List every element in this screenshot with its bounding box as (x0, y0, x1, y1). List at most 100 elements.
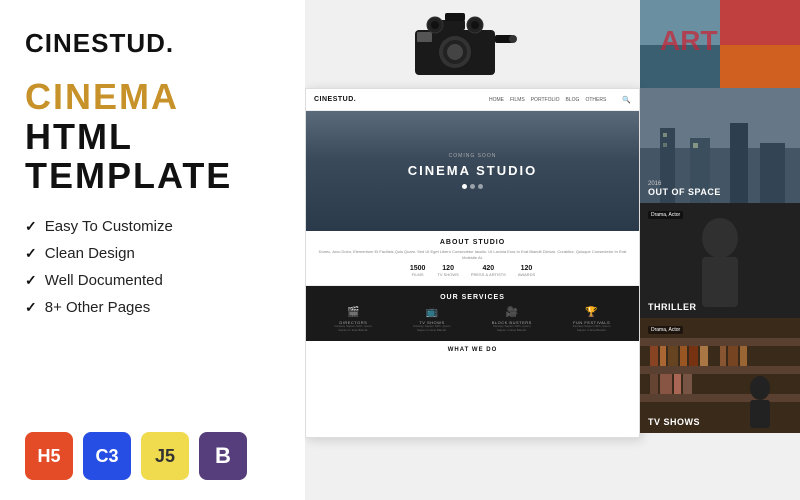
feature-item: ✓ 8+ Other Pages (25, 299, 280, 316)
feature-text: Clean Design (45, 245, 135, 262)
mockup-whatwedo-title: WHAT WE DO (314, 347, 631, 353)
mockup-whatwedo: WHAT WE DO (306, 341, 639, 359)
rc-img-label-1: 2016 OUT OF SPACE (648, 181, 721, 197)
stat-num: 420 (471, 265, 506, 272)
rc-img-out-of-space: 2016 OUT OF SPACE (640, 88, 800, 203)
mockup-hero-title: CINEMA STUDIO (408, 163, 538, 178)
stat-num: 120 (437, 265, 458, 272)
hero-dot (462, 184, 467, 189)
feature-item: ✓ Well Documented (25, 272, 280, 289)
features-list: ✓ Easy To Customize ✓ Clean Design ✓ Wel… (25, 218, 280, 316)
nav-link: HOME (489, 97, 504, 103)
mockup-services-title: OUR SERVICES (314, 294, 631, 301)
website-mockup: CINESTUD. HOME FILMS PORTFOLIO BLOG OTHE… (305, 88, 640, 438)
check-icon: ✓ (25, 299, 37, 316)
stat-item: 120 TV SHOWS (437, 265, 458, 277)
feature-item: ✓ Clean Design (25, 245, 280, 262)
stat-num: 120 (518, 265, 535, 272)
mockup-nav-links: HOME FILMS PORTFOLIO BLOG OTHERS (489, 97, 606, 103)
mockup-nav: CINESTUD. HOME FILMS PORTFOLIO BLOG OTHE… (306, 89, 639, 111)
feature-text: Easy To Customize (45, 218, 173, 235)
bootstrap-label: B (215, 443, 231, 469)
mockup-hero-badge: COMING SOON (449, 153, 497, 159)
service-desc: Fantasy Sapien Nibh, IpsumSapien In Erat… (573, 325, 611, 333)
feature-text: 8+ Other Pages (45, 299, 150, 316)
mockup-search-icon: 🔍 (622, 96, 631, 104)
feature-text: Well Documented (45, 272, 163, 289)
service-item: 🎬 DIRECTORS Fantasy Sapien Nibh, IpsumSa… (334, 307, 372, 333)
brand-name: CINESTUD (25, 28, 166, 58)
brand-dot: . (166, 28, 174, 58)
css3-badge: C3 (83, 432, 131, 480)
rc-img-tag-thriller: Drama, Actor (648, 211, 683, 219)
mockup-about-title: ABOUT STUDIO (314, 239, 631, 246)
check-icon: ✓ (25, 245, 37, 262)
right-panel: ART CINESTUD. HOME FILMS PORTFOLIO BLOG (305, 0, 800, 500)
mockup-logo: CINESTUD. (314, 96, 356, 103)
service-item: 🎥 BLOCK BUSTERS Fantasy Sapien Nibh, Ips… (492, 307, 532, 333)
rc-img-title: OUT OF SPACE (648, 187, 721, 197)
stat-label: TV SHOWS (437, 272, 458, 277)
brand-title: CINESTUD. (25, 28, 280, 59)
js-label: J5 (155, 446, 175, 467)
rc-img-title: THRILLER (648, 302, 697, 312)
service-desc: Fantasy Sapien Nibh, IpsumSapien In Erat… (334, 325, 372, 333)
svg-text:ART: ART (660, 25, 718, 56)
bootstrap-badge: B (199, 432, 247, 480)
camera-icon (385, 5, 525, 85)
nav-link: BLOG (566, 97, 580, 103)
html5-badge: H5 (25, 432, 73, 480)
stat-label: FILMS (410, 272, 426, 277)
service-item: 📺 TV SHOWS Fantasy Sapien Nibh, IpsumSap… (413, 307, 451, 333)
headline: CINEMA HTML TEMPLATE (25, 77, 280, 196)
hero-dot (478, 184, 483, 189)
nav-link: PORTFOLIO (531, 97, 560, 103)
top-right-img-1: ART (640, 0, 800, 90)
check-icon: ✓ (25, 272, 37, 289)
service-icon-blockbusters: 🎥 (492, 307, 532, 318)
headline-html: HTML (25, 116, 133, 157)
feature-item: ✓ Easy To Customize (25, 218, 280, 235)
service-desc: Fantasy Sapien Nibh, IpsumSapien In Erat… (492, 325, 532, 333)
tech-badges: H5 C3 J5 B (25, 432, 280, 480)
hero-dot (470, 184, 475, 189)
service-icon-directors: 🎬 (334, 307, 372, 318)
mockup-hero: COMING SOON CINEMA STUDIO (306, 111, 639, 231)
camera-area (355, 0, 555, 90)
stat-item: 1500 FILMS (410, 265, 426, 277)
stat-item: 120 AWARDS (518, 265, 535, 277)
rc-img-thriller: Drama, Actor THRILLER (640, 203, 800, 318)
stat-item: 420 PRESS & ARTISTS (471, 265, 506, 277)
rc-img-label-3: TV SHOWS (648, 417, 700, 427)
service-desc: Fantasy Sapien Nibh, IpsumSapien In Erat… (413, 325, 451, 333)
stat-label: PRESS & ARTISTS (471, 272, 506, 277)
service-item: 🏆 FUN FESTIVALS Fantasy Sapien Nibh, Ips… (573, 307, 611, 333)
right-col-images: 2016 OUT OF SPACE Drama, Actor THRILLER (640, 88, 800, 433)
stat-num: 1500 (410, 265, 426, 272)
rc-img-tag-tvshows: Drama, Actor (648, 326, 683, 334)
mockup-stats: 1500 FILMS 120 TV SHOWS 420 PRESS & ARTI… (314, 265, 631, 277)
headline-cinema: CINEMA (25, 76, 178, 117)
art-visual: ART (640, 0, 800, 90)
mockup-services: OUR SERVICES 🎬 DIRECTORS Fantasy Sapien … (306, 286, 639, 341)
thriller-visual (640, 203, 800, 318)
service-icon-festivals: 🏆 (573, 307, 611, 318)
headline-template: TEMPLATE (25, 156, 280, 196)
service-icon-tvshows: 📺 (413, 307, 451, 318)
mockup-hero-dots (462, 184, 483, 189)
mockup-about: ABOUT STUDIO Donec, Arcu Dolor, Elementu… (306, 231, 639, 286)
html5-label: H5 (37, 446, 60, 467)
css3-label: C3 (95, 446, 118, 467)
rc-img-tvshows: Drama, Actor TV SHOWS (640, 318, 800, 433)
left-panel: CINESTUD. CINEMA HTML TEMPLATE ✓ Easy To… (0, 0, 305, 500)
tvshows-visual (640, 318, 800, 433)
rc-img-label-2: THRILLER (648, 302, 697, 312)
nav-link: OTHERS (585, 97, 606, 103)
nav-link: FILMS (510, 97, 525, 103)
rc-img-title: TV SHOWS (648, 417, 700, 427)
stat-label: AWARDS (518, 272, 535, 277)
check-icon: ✓ (25, 218, 37, 235)
mockup-about-text: Donec, Arcu Dolor, Elementum Et Facilisi… (314, 249, 631, 260)
js-badge: J5 (141, 432, 189, 480)
mockup-services-icons: 🎬 DIRECTORS Fantasy Sapien Nibh, IpsumSa… (314, 307, 631, 333)
